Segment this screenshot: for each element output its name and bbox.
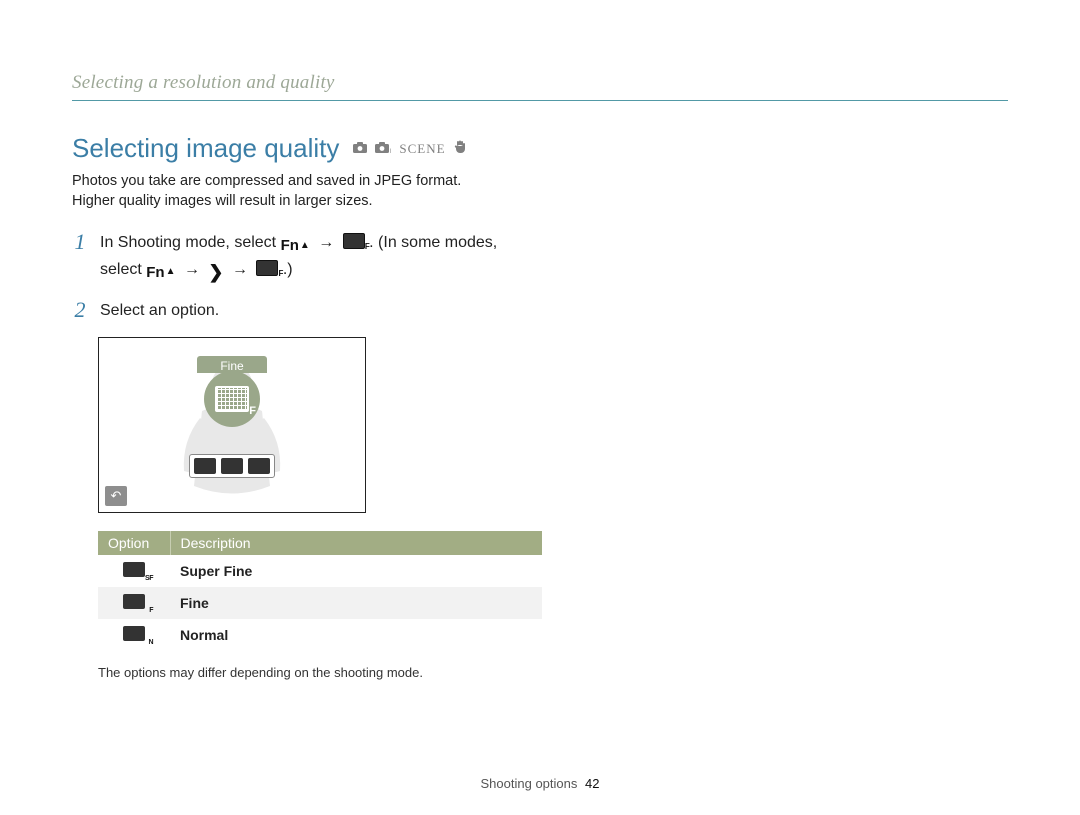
table-row: Fine	[98, 587, 542, 619]
quality-option-row[interactable]	[189, 454, 275, 478]
section-heading: Selecting image quality P SCENE	[72, 133, 1008, 164]
intro-text: Photos you take are compressed and saved…	[72, 172, 1008, 211]
step-text: .)	[283, 261, 293, 278]
svg-text:P: P	[390, 149, 391, 153]
fine-icon	[123, 594, 145, 609]
step-1: 1 In Shooting mode, select Fn▲ → . (In s…	[72, 231, 1008, 285]
intro-line: Photos you take are compressed and saved…	[72, 172, 1008, 192]
steps-list: 1 In Shooting mode, select Fn▲ → . (In s…	[72, 231, 1008, 323]
col-header-option: Option	[98, 531, 170, 555]
step-body: Select an option.	[100, 299, 1008, 323]
footnote: The options may differ depending on the …	[98, 665, 1008, 680]
arrow-icon: →	[228, 261, 256, 278]
step-number: 1	[72, 231, 88, 253]
quality-option-tile[interactable]	[221, 458, 243, 474]
footer-page-number: 42	[581, 776, 599, 791]
step-number: 2	[72, 299, 88, 321]
option-icon-cell	[98, 619, 170, 651]
fn-up-icon: Fn▲	[146, 262, 175, 285]
step-2: 2 Select an option.	[72, 299, 1008, 323]
scene-icon: SCENE	[399, 141, 445, 157]
normal-icon	[123, 626, 145, 641]
camera-screen-mock: Fine ↶	[98, 337, 366, 513]
camera-icon	[353, 141, 367, 156]
step-text: . (In some modes,	[369, 234, 497, 251]
superfine-icon	[123, 562, 145, 577]
mode-icon-row: P SCENE	[353, 140, 465, 157]
arrow-icon: →	[314, 234, 342, 251]
back-button[interactable]: ↶	[105, 486, 127, 506]
heading-text: Selecting image quality	[72, 133, 339, 164]
table-row: Super Fine	[98, 555, 542, 587]
arrow-icon: →	[180, 261, 208, 278]
col-header-description: Description	[170, 531, 542, 555]
option-label: Super Fine	[170, 555, 542, 587]
option-label: Normal	[170, 619, 542, 651]
step-text: select	[100, 261, 146, 278]
selected-quality-label: Fine	[197, 356, 267, 373]
hand-icon	[454, 140, 466, 157]
fn-up-icon: Fn▲	[281, 235, 310, 258]
quality-option-tile[interactable]	[248, 458, 270, 474]
table-row: Normal	[98, 619, 542, 651]
step-text: In Shooting mode, select	[100, 234, 281, 251]
page-footer: Shooting options 42	[0, 776, 1080, 791]
step-body: In Shooting mode, select Fn▲ → . (In som…	[100, 231, 1008, 285]
selected-quality-bubble: Fine	[197, 356, 267, 427]
option-icon-cell	[98, 587, 170, 619]
quality-option-tile[interactable]	[194, 458, 216, 474]
intro-line: Higher quality images will result in lar…	[72, 192, 1008, 212]
quality-icon	[256, 260, 278, 276]
breadcrumb: Selecting a resolution and quality	[72, 72, 1008, 101]
quality-fine-icon	[215, 386, 249, 412]
quality-icon	[343, 233, 365, 249]
option-label: Fine	[170, 587, 542, 619]
manual-page: Selecting a resolution and quality Selec…	[0, 0, 1080, 815]
footer-section: Shooting options	[481, 776, 578, 791]
quality-options-table: Option Description Super Fine Fine Norma…	[98, 531, 542, 651]
selected-quality-circle	[204, 371, 260, 427]
option-icon-cell	[98, 555, 170, 587]
back-icon: ↶	[111, 488, 122, 504]
chevron-right-icon: ❯	[208, 259, 223, 286]
camera-p-icon: P	[375, 141, 391, 156]
